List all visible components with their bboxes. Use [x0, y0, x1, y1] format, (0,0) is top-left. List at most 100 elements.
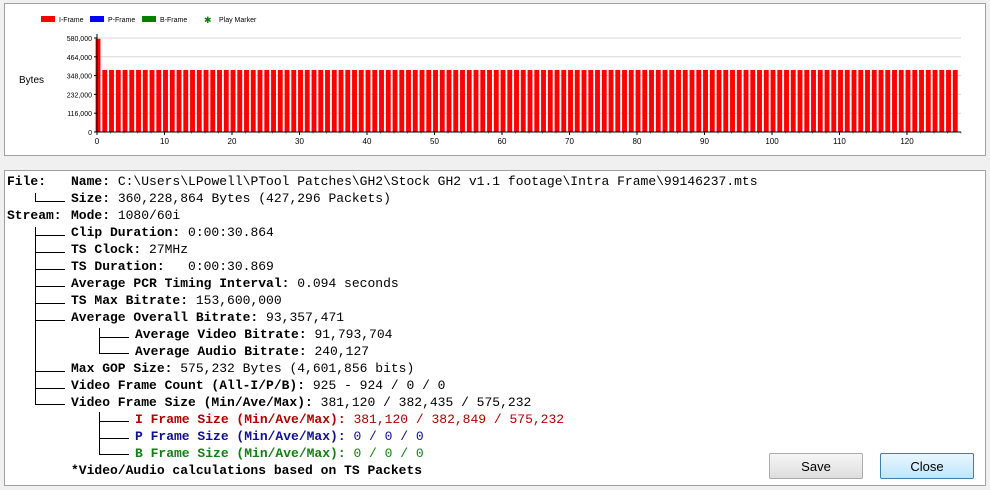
gop-label: Max GOP Size: [71, 361, 173, 376]
frame-bar [824, 69, 830, 132]
frame-bar [534, 69, 540, 132]
frame-bar [237, 69, 243, 132]
frame-bar [358, 69, 364, 132]
frame-bar [817, 69, 823, 132]
frame-bar [574, 69, 580, 132]
frame-bar [439, 69, 445, 132]
video-bitrate-value: 91,793,704 [314, 327, 393, 342]
stream-label: Stream: [7, 208, 62, 223]
frame-bar [507, 69, 513, 132]
frame-bar [176, 69, 182, 132]
frame-bar [946, 69, 951, 132]
video-bitrate-row: Average Video Bitrate: 91,793,704 [135, 326, 392, 343]
mode-row: Mode: 1080/60i [71, 207, 180, 224]
frame-bar [689, 69, 695, 132]
frame-bar [352, 69, 357, 132]
legend-swatch [142, 16, 156, 22]
ts-max-label: TS Max Bitrate: [71, 293, 189, 308]
frame-size-value: 381,120 / 382,435 / 575,232 [320, 395, 532, 410]
frame-bar [892, 69, 897, 132]
frame-bar [379, 69, 384, 132]
calculation-note: *Video/Audio calculations based on TS Pa… [71, 463, 423, 478]
frame-bar [244, 69, 249, 132]
ts-duration-label: TS Duration: [71, 259, 165, 274]
frame-bar [952, 69, 958, 132]
frame-bar [304, 69, 310, 132]
frame-bar [669, 69, 675, 132]
x-tick-label: 90 [700, 137, 709, 146]
frame-bar [541, 69, 546, 132]
ts-clock-row: TS Clock: 27MHz [71, 241, 188, 258]
frame-bar [770, 69, 776, 132]
gop-row: Max GOP Size: 575,232 Bytes (4,601,856 b… [71, 360, 414, 377]
clip-duration-value: 0:00:30.864 [188, 225, 274, 240]
tree-tick [35, 269, 65, 270]
frame-bar [844, 69, 850, 132]
mode-label: Mode: [71, 208, 111, 223]
frame-bar [426, 69, 432, 132]
frame-bar [271, 69, 276, 132]
tree-line-bitrate [99, 328, 100, 353]
save-button[interactable]: Save [769, 453, 863, 479]
legend-label: P-Frame [108, 17, 135, 24]
tree-tick [99, 438, 129, 439]
frame-bar [129, 69, 135, 132]
frame-bar [628, 69, 634, 132]
y-axis-label: Bytes [19, 75, 44, 86]
frame-bar [311, 69, 317, 132]
stream-row: Stream: [7, 207, 62, 224]
frame-bar [203, 69, 209, 132]
x-tick-label: 50 [430, 137, 439, 146]
tree-tick [99, 353, 129, 354]
frame-bar [547, 69, 553, 132]
frame-bar [858, 69, 864, 132]
frame-bar [372, 69, 378, 132]
frame-bar [912, 69, 918, 132]
frame-bar [716, 69, 722, 132]
frame-bar [102, 69, 108, 132]
video-bitrate-label: Average Video Bitrate: [135, 327, 307, 342]
y-tick-label: 116,000 [67, 111, 92, 118]
file-size-label: Size: [71, 191, 111, 206]
file-label: File: [7, 174, 47, 189]
frame-bar [217, 69, 222, 132]
gop-value: 575,232 Bytes (4,601,856 bits) [180, 361, 415, 376]
x-tick-label: 40 [363, 137, 372, 146]
frame-bar [527, 69, 533, 132]
stream-info-panel[interactable]: File: Name: C:\Users\LPowell\PTool Patch… [4, 170, 986, 486]
frame-size-chart: I-Frame P-Frame B-Frame ✱ Play Marker 0 116,0… [4, 3, 986, 156]
x-tick-label: 30 [295, 137, 304, 146]
frame-bar [480, 69, 486, 132]
frame-bar [520, 69, 526, 132]
frame-bar [682, 69, 688, 132]
clip-duration-label: Clip Duration: [71, 225, 181, 240]
frame-bar [433, 69, 438, 132]
frame-bar [277, 69, 283, 132]
frame-bar [777, 69, 783, 132]
frame-bar [743, 69, 749, 132]
x-tick-label: 60 [498, 137, 507, 146]
ts-max-value: 153,600,000 [195, 293, 282, 308]
frame-bar [622, 69, 627, 132]
frame-bar [831, 69, 837, 132]
frame-bar [561, 69, 567, 132]
frame-bar [142, 69, 148, 132]
frame-bar [250, 69, 256, 132]
frame-bar [784, 69, 789, 132]
file-name-label: Name: [71, 174, 111, 189]
overall-bitrate-row: Average Overall Bitrate: 93,357,471 [71, 309, 344, 326]
b-frame-size-value: 0 / 0 / 0 [353, 446, 424, 461]
frame-bar [601, 69, 607, 132]
tree-tick [35, 201, 65, 202]
ts-max-row: TS Max Bitrate: 153,600,000 [71, 292, 282, 309]
frame-bar [851, 69, 857, 132]
frame-bar [95, 38, 101, 132]
tree-tick [35, 303, 65, 304]
pcr-label: Average PCR Timing Interval: [71, 276, 290, 291]
frame-bar [925, 69, 931, 132]
tree-tick [35, 404, 65, 405]
close-button[interactable]: Close [880, 453, 974, 479]
frame-bar [878, 69, 884, 132]
b-frame-size-row: B Frame Size (Min/Ave/Max): 0 / 0 / 0 [135, 445, 424, 462]
frame-bar [763, 69, 769, 132]
